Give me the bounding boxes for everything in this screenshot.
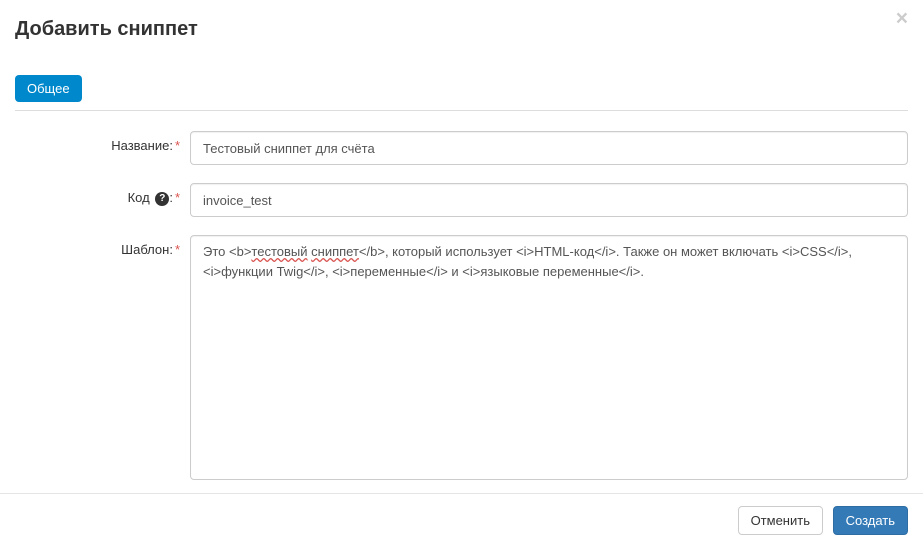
spellcheck-word: тестовый	[251, 244, 307, 259]
required-star: *	[175, 190, 180, 205]
template-label: Шаблон:*	[15, 235, 190, 257]
required-star: *	[175, 242, 180, 257]
help-icon[interactable]: ?	[155, 192, 169, 206]
cancel-button[interactable]: Отменить	[738, 506, 823, 535]
modal-footer: Отменить Создать	[0, 493, 923, 547]
name-input[interactable]	[190, 131, 908, 165]
template-textarea[interactable]: Это <b>тестовый сниппет</b>, который исп…	[190, 235, 908, 480]
required-star: *	[175, 138, 180, 153]
tab-general[interactable]: Общее	[15, 75, 82, 102]
spellcheck-word: сниппет	[311, 244, 359, 259]
create-button[interactable]: Создать	[833, 506, 908, 535]
close-icon[interactable]: ×	[896, 8, 908, 29]
modal-title: Добавить сниппет	[15, 15, 908, 43]
name-label: Название:*	[15, 131, 190, 153]
code-label: Код ?:*	[15, 183, 190, 206]
tabs-bar: Общее	[15, 75, 908, 111]
code-input[interactable]	[190, 183, 908, 217]
